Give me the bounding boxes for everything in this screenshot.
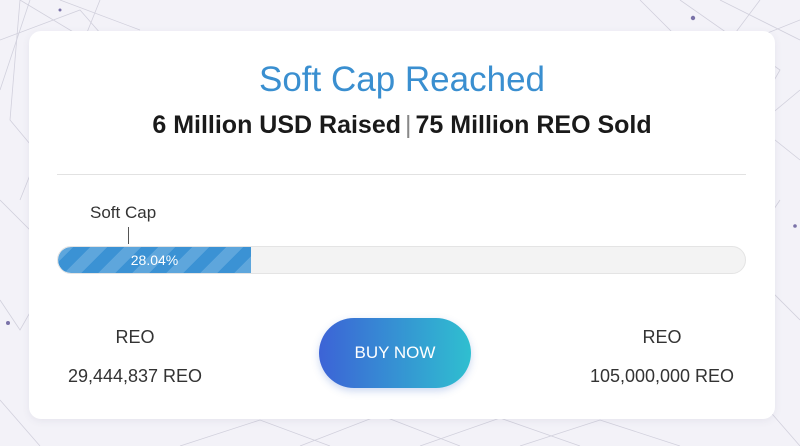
ico-status-card: Soft Cap Reached 6 Million USD Raised | 75… [29, 31, 775, 419]
soft-cap-marker [128, 227, 129, 244]
hard-cap-value: 105,000,000 REO [589, 366, 735, 386]
summary-separator: | [405, 111, 412, 139]
soft-cap-label: Soft Cap [90, 203, 157, 222]
tokens-sold-value: 29,444,837 REO [67, 366, 203, 386]
page-title: Soft Cap Reached [258, 60, 545, 99]
sale-progress-bar: 28.04% [57, 246, 746, 274]
reo-sold-text: 75 Million REO Sold [415, 111, 652, 139]
funding-summary: 6 Million USD Raised | 75 Million REO Sold [29, 110, 775, 140]
usd-raised-text: 6 Million USD Raised [152, 111, 402, 139]
right-stat-label: REO [642, 327, 682, 347]
divider [57, 174, 746, 175]
sale-progress-percent: 28.04% [130, 252, 179, 268]
buy-now-button[interactable]: BUY NOW [319, 318, 471, 388]
left-stat-label: REO [115, 327, 155, 347]
